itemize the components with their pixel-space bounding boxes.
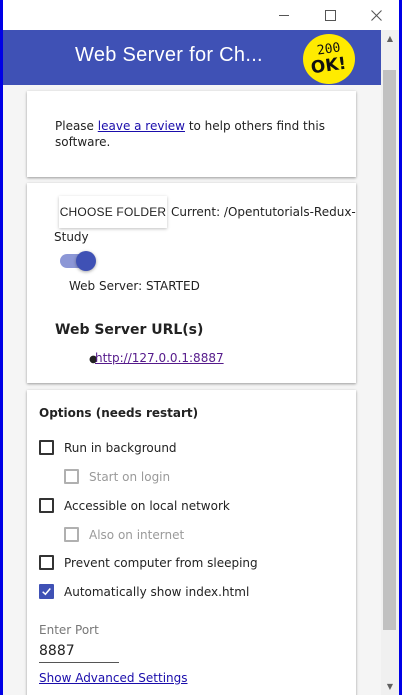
toggle-knob: [76, 251, 96, 271]
checkbox[interactable]: [64, 527, 79, 542]
port-field-label: Enter Port: [39, 623, 99, 637]
option-label: Also on internet: [89, 527, 185, 542]
checkbox[interactable]: [39, 555, 54, 570]
choose-folder-button[interactable]: CHOOSE FOLDER: [59, 196, 167, 228]
vertical-scrollbar[interactable]: ▲ ▼: [381, 30, 399, 695]
port-input[interactable]: [39, 640, 119, 663]
option-label: Start on login: [89, 469, 171, 484]
close-button[interactable]: [353, 0, 399, 30]
status-200-ok-badge: 200 OK!: [303, 34, 355, 84]
leave-review-link[interactable]: leave a review: [98, 119, 185, 133]
badge-text: OK!: [310, 53, 348, 79]
option-auto-show-index[interactable]: Automatically show index.html: [39, 584, 249, 599]
review-card: Please leave a review to help others fin…: [27, 91, 356, 177]
minimize-button[interactable]: [261, 0, 307, 30]
show-advanced-settings-link[interactable]: Show Advanced Settings: [39, 671, 188, 685]
option-label: Prevent computer from sleeping: [64, 555, 258, 570]
option-also-on-internet[interactable]: Also on internet: [64, 527, 184, 542]
server-toggle[interactable]: [60, 251, 96, 271]
title-bar: [3, 0, 399, 30]
scroll-up-icon[interactable]: ▲: [381, 30, 399, 47]
app-title: Web Server for Ch...: [75, 44, 263, 66]
option-start-on-login[interactable]: Start on login: [64, 469, 170, 484]
server-status: Web Server: STARTED: [69, 279, 200, 293]
app-header: Web Server for Ch... 200 OK!: [3, 30, 381, 85]
server-url-link[interactable]: http://127.0.0.1:8887: [95, 351, 224, 365]
scrollbar-thumb[interactable]: [383, 70, 396, 630]
checkbox-checked[interactable]: [39, 584, 54, 599]
app-window: Web Server for Ch... 200 OK! Please leav…: [3, 0, 399, 695]
close-icon: [370, 9, 382, 21]
minimize-icon: [279, 14, 289, 16]
options-card: Options (needs restart) Run in backgroun…: [27, 390, 356, 695]
maximize-icon: [324, 9, 336, 21]
review-message: Please leave a review to help others fin…: [55, 118, 335, 150]
checkbox[interactable]: [39, 440, 54, 455]
option-label: Accessible on local network: [64, 498, 230, 513]
current-folder-label: Current: /Opentutorials-Redux-: [171, 205, 356, 219]
review-text-before: Please: [55, 119, 98, 133]
option-run-in-background[interactable]: Run in background: [39, 440, 177, 455]
scroll-down-icon[interactable]: ▼: [381, 678, 399, 695]
server-urls-heading: Web Server URL(s): [55, 322, 204, 338]
content-scroll-area: Please leave a review to help others fin…: [3, 85, 381, 695]
option-label: Run in background: [64, 440, 177, 455]
checkbox[interactable]: [64, 469, 79, 484]
current-folder-label-cont: Study: [54, 230, 89, 244]
option-label: Automatically show index.html: [64, 584, 250, 599]
options-heading: Options (needs restart): [39, 406, 199, 420]
server-card: CHOOSE FOLDER Current: /Opentutorials-Re…: [27, 183, 356, 383]
option-prevent-sleeping[interactable]: Prevent computer from sleeping: [39, 555, 258, 570]
maximize-button[interactable]: [307, 0, 353, 30]
option-accessible-on-local-network[interactable]: Accessible on local network: [39, 498, 230, 513]
checkmark-icon: [42, 588, 51, 596]
checkbox[interactable]: [39, 498, 54, 513]
